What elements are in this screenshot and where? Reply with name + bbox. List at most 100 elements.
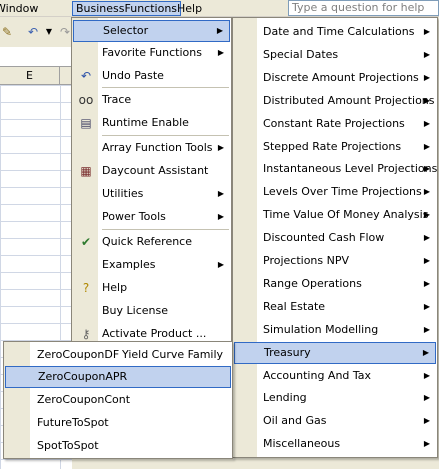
menu-item-label: Quick Reference	[102, 235, 192, 248]
menu-item-label: ZeroCouponCont	[37, 393, 131, 406]
menu-item-label: Range Operations	[263, 276, 362, 290]
treasury-item-spottospot[interactable]: SpotToSpot	[5, 435, 231, 457]
selector-item-treasury[interactable]: Treasury ▶	[234, 341, 436, 364]
menu-item-quick-reference[interactable]: ✔ Quick Reference	[73, 231, 230, 253]
redo-icon[interactable]: ↷	[58, 25, 72, 39]
submenu-arrow-icon: ▶	[217, 48, 224, 57]
menu-separator	[102, 135, 229, 136]
menu-item-label: Selector	[103, 24, 149, 37]
paintbrush-icon[interactable]: ✎	[0, 25, 14, 39]
selector-item-projections-npv[interactable]: Projections NPV ▶	[234, 250, 436, 272]
menu-item-label: Oil and Gas	[263, 414, 327, 428]
menu-item-label: Buy License	[102, 304, 168, 317]
menu-item-label: Treasury	[264, 345, 311, 359]
help-question-box[interactable]: Type a question for help	[288, 0, 439, 16]
chevron-down-icon[interactable]: ▼	[42, 25, 56, 39]
menu-item-label: FutureToSpot	[37, 416, 109, 429]
menu-item-label: Projections NPV	[263, 254, 350, 267]
formula-bar[interactable]	[0, 47, 72, 67]
printer-icon: ▤	[80, 116, 92, 130]
checklist-icon: ✔	[80, 235, 92, 249]
treasury-item-zerocoupondf[interactable]: ZeroCouponDF	[5, 344, 231, 366]
menu-item-runtime-enable[interactable]: ▤ Runtime Enable	[73, 112, 230, 134]
menu-help[interactable]: Help	[174, 1, 205, 16]
submenu-arrow-icon: ▶	[423, 187, 430, 197]
menu-item-utilities[interactable]: Utilities ▶	[73, 183, 230, 205]
submenu-arrow-icon: ▶	[423, 27, 430, 36]
menu-item-label: Favorite Functions	[102, 46, 202, 59]
menu-item-label: Miscellaneous	[263, 437, 341, 451]
menu-item-undo-paste[interactable]: ↶ Undo Paste	[73, 65, 230, 87]
menu-item-buy-license[interactable]: Buy License	[73, 300, 230, 322]
treasury-item-zerocouponcont[interactable]: ZeroCouponCont	[5, 389, 231, 411]
submenu-arrow-icon: ▶	[217, 143, 224, 152]
menu-item-label: ZeroCouponDF	[37, 348, 120, 361]
menu-item-daycount-assistant[interactable]: ▦ Daycount Assistant	[73, 160, 230, 182]
menu-item-selector[interactable]: Selector ▶	[73, 20, 230, 42]
menu-item-label: Date and Time Calculations	[263, 25, 415, 38]
selector-item-simulation-modelling[interactable]: Simulation Modelling ▶	[234, 319, 436, 341]
selector-item-miscellaneous[interactable]: Miscellaneous ▶	[234, 433, 436, 455]
treasury-item-futuretospot[interactable]: FutureToSpot	[5, 412, 231, 434]
submenu-arrow-icon: ▶	[423, 393, 430, 403]
column-header-row: E	[0, 67, 72, 85]
selector-submenu: Date and Time Calculations ▶ Special Dates…	[232, 17, 438, 458]
menu-bar: Window BusinessFunctions Help Type a que…	[0, 0, 439, 17]
menu-item-label: Real Estate	[263, 299, 326, 313]
menu-item-label: SpotToSpot	[37, 439, 99, 452]
menu-item-label: Accounting And Tax	[263, 368, 372, 382]
menu-item-label: Discounted Cash Flow	[263, 231, 385, 245]
submenu-arrow-icon: ▶	[423, 118, 430, 128]
menu-window[interactable]: Window	[0, 1, 41, 16]
menu-item-label: Stepped Rate Projections	[263, 139, 402, 153]
selector-item-discounted-cash-flow[interactable]: Discounted Cash Flow ▶	[234, 227, 436, 249]
selector-item-discrete-amount-projections[interactable]: Discrete Amount Projections ▶	[234, 67, 436, 89]
menu-item-help[interactable]: ? Help	[73, 277, 230, 299]
selector-item-stepped-rate-projections[interactable]: Stepped Rate Projections ▶	[234, 136, 436, 158]
selector-item-accounting-and-tax[interactable]: Accounting And Tax ▶	[234, 365, 436, 387]
column-header-e[interactable]: E	[0, 67, 60, 85]
menu-item-label: Runtime Enable	[102, 116, 189, 129]
menu-item-label: Levels Over Time Projections	[263, 185, 422, 199]
selector-item-instantaneous-level-projections[interactable]: Instantaneous Level Projections ▶	[234, 158, 437, 180]
selector-item-distributed-amount-projections[interactable]: Distributed Amount Projections ▶	[234, 90, 436, 112]
menu-item-label: Examples	[102, 258, 156, 271]
undo-icon[interactable]: ↶	[26, 25, 40, 39]
submenu-arrow-icon: ▶	[217, 260, 224, 269]
menu-item-favorite-functions[interactable]: Favorite Functions ▶	[73, 42, 230, 64]
menu-item-label: Time Value Of Money Analysis	[263, 208, 429, 222]
menu-item-label: Trace	[102, 93, 132, 106]
treasury-item-zerocouponapr[interactable]: ZeroCouponAPR	[5, 366, 231, 388]
menu-item-label: Undo Paste	[102, 69, 164, 82]
selector-item-range-operations[interactable]: Range Operations ▶	[234, 273, 436, 295]
menu-item-array-function-tools[interactable]: Array Function Tools ▶	[73, 137, 230, 159]
selector-item-real-estate[interactable]: Real Estate ▶	[234, 296, 436, 318]
submenu-arrow-icon: ▶	[216, 26, 223, 35]
menu-item-examples[interactable]: Examples ▶	[73, 254, 230, 276]
menu-separator	[102, 229, 229, 230]
menu-item-label: Array Function Tools	[102, 141, 213, 154]
submenu-arrow-icon: ▶	[423, 95, 430, 105]
menu-item-trace[interactable]: oo Trace	[73, 89, 230, 111]
submenu-arrow-icon: ▶	[217, 189, 224, 198]
selector-item-oil-and-gas[interactable]: Oil and Gas ▶	[234, 410, 436, 432]
submenu-arrow-icon: ▶	[423, 324, 430, 334]
glasses-icon: oo	[78, 93, 94, 107]
submenu-arrow-icon: ▶	[423, 233, 430, 243]
selector-item-time-value-of-money-analysis[interactable]: Time Value Of Money Analysis ▶	[234, 204, 436, 226]
selector-item-lending[interactable]: Lending ▶	[234, 387, 436, 409]
treasury-submenu: Yield Curve Family ZeroCouponDF ZeroCoupo…	[3, 341, 233, 459]
menu-item-label: Simulation Modelling	[263, 322, 379, 336]
menu-item-label: Discrete Amount Projections	[263, 70, 419, 84]
submenu-arrow-icon: ▶	[423, 164, 430, 174]
menu-item-label: Utilities	[102, 187, 144, 200]
selector-item-special-dates[interactable]: Special Dates ▶	[234, 44, 436, 66]
selector-item-date-and-time-calculations[interactable]: Date and Time Calculations ▶	[234, 21, 436, 43]
selector-item-levels-over-time-projections[interactable]: Levels Over Time Projections ▶	[234, 181, 436, 203]
submenu-arrow-icon: ▶	[423, 301, 430, 311]
menu-business-functions[interactable]: BusinessFunctions	[72, 1, 182, 16]
menu-item-label: Lending	[263, 391, 307, 405]
menu-item-power-tools[interactable]: Power Tools ▶	[73, 206, 230, 228]
selector-item-constant-rate-projections[interactable]: Constant Rate Projections ▶	[234, 113, 436, 135]
menu-item-label: Constant Rate Projections	[263, 116, 405, 130]
